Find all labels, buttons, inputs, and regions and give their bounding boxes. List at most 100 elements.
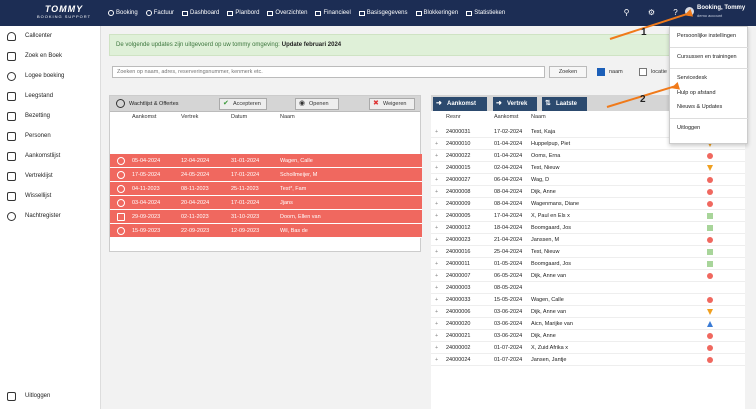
table-row[interactable]: +24000016 25-04-2024 Test, Nieuw <box>431 246 745 258</box>
sidebar-item-wissellijst[interactable]: Wissellijst <box>7 189 51 203</box>
accept-button[interactable]: ✔ Accepteren <box>219 98 267 110</box>
sidebar-item-leegstand[interactable]: Leegstand <box>7 89 53 103</box>
search-input[interactable] <box>112 66 545 78</box>
table-row[interactable]: +24000002 01-07-2024 X, Zuid Afrika x <box>431 342 745 354</box>
latest-tab[interactable]: ⇅ Laatste <box>542 97 587 111</box>
sort-icon: ⇅ <box>545 100 551 107</box>
nav-financieel[interactable]: Financieel <box>315 10 351 16</box>
expand-icon[interactable]: + <box>435 321 438 327</box>
table-row[interactable]: +24000023 21-04-2024 Janssen, M <box>431 234 745 246</box>
search-icon[interactable]: ⚲ <box>622 8 631 17</box>
cell: 24000008 <box>446 189 471 195</box>
table-row[interactable]: +24000008 08-04-2024 Dijk, Anne <box>431 186 745 198</box>
column-header[interactable]: Datum <box>231 114 247 120</box>
column-header[interactable]: Aankomst <box>494 114 518 120</box>
table-row[interactable]: +24000020 03-06-2024 Aicn, Marijke van <box>431 318 745 330</box>
sidebar-item-zoek-en-boek[interactable]: Zoek en Boek <box>7 49 62 63</box>
table-row[interactable]: +24000033 15-05-2024 Wagen, Calle <box>431 294 745 306</box>
nav-booking[interactable]: Booking <box>108 10 138 16</box>
expand-icon[interactable]: + <box>435 273 438 279</box>
sidebar-item-label: Vertreklijst <box>25 173 53 179</box>
table-row[interactable]: +24000015 02-04-2024 Test, Nieuw <box>431 162 745 174</box>
table-row[interactable]: +24000022 01-04-2024 Ooms, Erna <box>431 150 745 162</box>
expand-icon[interactable]: + <box>435 345 438 351</box>
sidebar-item-nachtregister[interactable]: Nachtregister <box>7 209 61 223</box>
table-row[interactable]: +24000003 08-05-2024 <box>431 282 745 294</box>
expand-icon[interactable]: + <box>435 297 438 303</box>
expand-icon[interactable]: + <box>435 129 438 135</box>
table-row[interactable]: +24000007 06-05-2024 Dijk, Anne van <box>431 270 745 282</box>
menu-item-news-updates[interactable]: Nieuws & Updates <box>677 104 722 110</box>
user-menu[interactable]: Booking, Tommy demo account <box>685 4 754 22</box>
column-header[interactable]: Naam <box>280 114 295 120</box>
sidebar-item-vertreklijst[interactable]: Vertreklijst <box>7 169 53 183</box>
nav-overzichten[interactable]: Overzichten <box>267 10 307 16</box>
arrival-tab[interactable]: ➜ Aankomst <box>433 97 487 111</box>
expand-icon[interactable]: + <box>435 261 438 267</box>
cell: 24000006 <box>446 309 471 315</box>
column-header[interactable]: Aankomst <box>132 114 156 120</box>
expand-icon[interactable]: + <box>435 189 438 195</box>
column-header[interactable]: Naam <box>531 114 546 120</box>
nav-basisgegevens[interactable]: Basisgegevens <box>358 10 408 16</box>
table-row[interactable]: +24000009 08-04-2024 Wagenmans, Diane <box>431 198 745 210</box>
expand-icon[interactable]: + <box>435 249 438 255</box>
expand-icon[interactable]: + <box>435 225 438 231</box>
sidebar-item-aankomstlijst[interactable]: Aankomstlijst <box>7 149 60 163</box>
expand-icon[interactable]: + <box>435 309 438 315</box>
menu-item-personal-settings[interactable]: Persoonlijke instellingen <box>677 33 736 39</box>
menu-item-remote-help[interactable]: Hulp op afstand <box>677 90 716 96</box>
table-row[interactable]: +24000011 01-05-2024 Boomgaard, Jos <box>431 258 745 270</box>
table-row[interactable]: 03-04-2024 20-04-2024 17-01-2024 Jjans <box>110 196 422 210</box>
nav-label: Statistieken <box>474 10 506 16</box>
expand-icon[interactable]: + <box>435 237 438 243</box>
table-row[interactable]: +24000005 17-04-2024 X, Paul en Els x <box>431 210 745 222</box>
gear-icon[interactable]: ⚙ <box>647 8 656 17</box>
table-row[interactable]: +24000027 06-04-2024 Wag, D <box>431 174 745 186</box>
table-row[interactable]: 29-09-2023 02-11-2023 31-10-2023 Doorn, Ell… <box>110 210 422 224</box>
menu-item-courses[interactable]: Cursussen en trainingen <box>677 54 737 60</box>
table-row[interactable]: +24000021 03-06-2024 Dijk, Anne <box>431 330 745 342</box>
sidebar-item-logee-boeking[interactable]: Logee boeking <box>7 69 64 83</box>
table-row[interactable]: 04-11-2023 08-11-2023 25-11-2023 Test*, Fam <box>110 182 422 196</box>
expand-icon[interactable]: + <box>435 141 438 147</box>
nav-statistieken[interactable]: Statistieken <box>466 10 505 16</box>
expand-icon[interactable]: + <box>435 285 438 291</box>
expand-icon[interactable]: + <box>435 213 438 219</box>
expand-icon[interactable]: + <box>435 357 438 363</box>
table-row[interactable]: 05-04-2024 12-04-2024 31-01-2024 Wagen, Cal… <box>110 154 422 168</box>
column-header[interactable]: Vertrek <box>181 114 198 120</box>
search-button[interactable]: Zoeken <box>549 66 587 78</box>
expand-icon[interactable]: + <box>435 165 438 171</box>
logout-button[interactable]: Uitloggen <box>7 389 50 403</box>
menu-item-logout[interactable]: Uitloggen <box>677 125 700 131</box>
nav-factuur[interactable]: Factuur <box>145 10 174 16</box>
table-row[interactable]: +24000006 03-06-2024 Dijk, Anne van <box>431 306 745 318</box>
expand-icon[interactable]: + <box>435 153 438 159</box>
expand-icon[interactable]: + <box>435 333 438 339</box>
location-checkbox[interactable] <box>639 68 647 76</box>
sidebar-item-callcenter[interactable]: Callcenter <box>7 29 52 43</box>
nav-blokkeringen[interactable]: Blokkeringen <box>415 10 458 16</box>
nav-planbord[interactable]: Planbord <box>227 10 259 16</box>
nav-dashboard[interactable]: Dashboard <box>182 10 219 16</box>
departure-tab[interactable]: ➜ Vertrek <box>493 97 537 111</box>
latest-tab-label: Laatste <box>556 101 578 107</box>
column-header[interactable]: Resnr <box>446 114 461 120</box>
table-row[interactable]: +24000012 18-04-2024 Boomgaard, Jos <box>431 222 745 234</box>
cell: Jansen, Jantje <box>531 357 567 363</box>
sidebar-item-personen[interactable]: Personen <box>7 129 51 143</box>
expand-icon[interactable]: + <box>435 177 438 183</box>
table-row[interactable]: 17-05-2024 24-05-2024 17-01-2024 Schollmeij… <box>110 168 422 182</box>
open-button[interactable]: ◉ Openen <box>295 98 339 110</box>
expand-icon[interactable]: + <box>435 201 438 207</box>
tommy-logo[interactable]: TOMMY BOOKING SUPPORT <box>33 4 95 22</box>
table-row[interactable]: +24000024 01-07-2024 Jansen, Jantje <box>431 354 745 366</box>
reject-button[interactable]: ✖ Weigeren <box>369 98 415 110</box>
menu-item-servicedesk[interactable]: Servicedesk <box>677 75 707 81</box>
table-row[interactable]: 15-09-2023 22-09-2023 12-09-2023 Wil, Bas d… <box>110 224 422 238</box>
notice-link[interactable]: Update februari 2024 <box>282 42 341 48</box>
sidebar-item-bezetting[interactable]: Bezetting <box>7 109 50 123</box>
name-checkbox[interactable] <box>597 68 605 76</box>
nav-label: Planbord <box>235 10 260 16</box>
